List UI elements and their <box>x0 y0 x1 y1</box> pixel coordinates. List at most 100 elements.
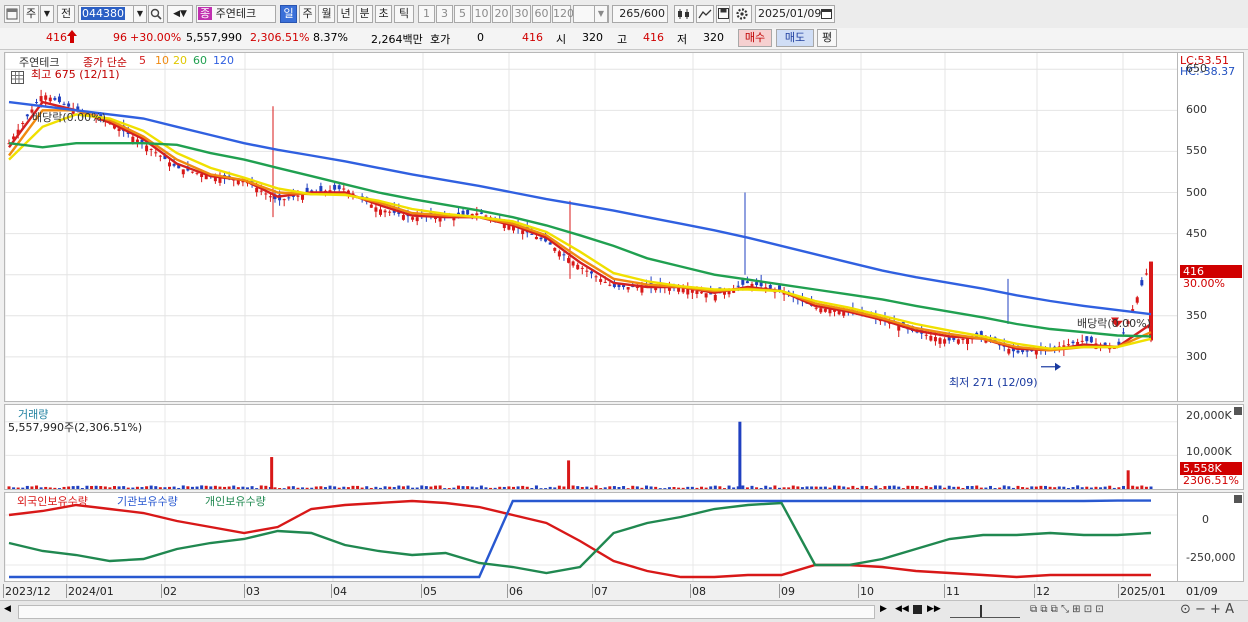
candle-type-icon[interactable] <box>674 5 694 23</box>
tab-week[interactable]: 주 <box>299 5 316 23</box>
view-toggle-icons[interactable]: ⧉ ⧉ ⧉ ⤡ ⊞ ⊡ ⊡ <box>1030 604 1104 615</box>
x-tick-mark <box>690 584 691 598</box>
prev-button[interactable]: 전 <box>57 5 75 23</box>
sell-button[interactable]: 매도 <box>776 29 814 47</box>
close-volume-pane-icon[interactable] <box>1234 407 1242 415</box>
low-arrow-head <box>1055 362 1061 371</box>
interval-1[interactable]: 1 <box>418 5 435 23</box>
volume-bar <box>933 485 937 489</box>
buy-button[interactable]: 매수 <box>738 29 772 47</box>
candle-body <box>768 284 772 289</box>
stock-code-input[interactable]: 044380 <box>78 5 134 23</box>
volume-bar <box>429 486 433 489</box>
volume-bar <box>1062 486 1066 489</box>
hoga-label: 호가 <box>430 33 451 46</box>
candle-body <box>741 279 745 285</box>
fast-forward-icon[interactable]: ▶▶ <box>927 604 941 614</box>
volume-bar <box>640 487 644 489</box>
tab-year[interactable]: 년 <box>337 5 354 23</box>
avg-button[interactable]: 평 <box>817 29 837 47</box>
x-tick-mark <box>331 584 332 598</box>
candle-body <box>35 102 39 104</box>
candle-body <box>534 236 538 240</box>
candle-body <box>282 199 286 201</box>
zoom-slider-thumb[interactable] <box>980 605 982 617</box>
volume-bar <box>296 487 300 489</box>
volume-bar <box>663 488 667 489</box>
low-annotation: 최저 271 (12/09) <box>949 376 1038 389</box>
volume-spike <box>567 460 571 489</box>
volume-bar <box>498 486 502 489</box>
volume-bar <box>21 487 25 489</box>
volume-bar <box>273 487 277 489</box>
volume-pane[interactable]: 거래량 5,557,990주(2,306.51%) <box>4 404 1178 490</box>
volume-bar <box>911 485 915 489</box>
volume-bar <box>484 487 488 489</box>
chevron-down-icon[interactable]: ▼ <box>40 5 54 23</box>
stock-name-field[interactable]: 종 주연테크 <box>196 5 276 23</box>
volume-bar <box>39 487 43 489</box>
ma-legend-60: 60 <box>193 54 207 67</box>
scroll-right-icon[interactable]: ▶ <box>880 604 887 614</box>
tab-month[interactable]: 월 <box>318 5 335 23</box>
search-icon[interactable] <box>148 5 164 23</box>
volume-bar <box>846 487 850 489</box>
interval-20[interactable]: 20 <box>492 5 511 23</box>
volume-bar <box>1131 485 1135 489</box>
interval-5[interactable]: 5 <box>454 5 471 23</box>
x-tick-mark <box>421 584 422 598</box>
gear-icon[interactable] <box>732 5 752 23</box>
tab-minute[interactable]: 분 <box>356 5 373 23</box>
volume-bar <box>420 485 424 489</box>
volume-bar <box>562 486 566 489</box>
volume-bar <box>378 487 382 489</box>
draw-tool-icon[interactable] <box>696 5 714 23</box>
volume-spike <box>1126 470 1130 489</box>
interval-3[interactable]: 3 <box>436 5 453 23</box>
x-tick-mark <box>3 584 4 598</box>
price-tick-label: 650 <box>1186 62 1207 76</box>
code-dropdown-icon[interactable]: ▼ <box>133 5 147 23</box>
save-icon[interactable] <box>716 5 730 23</box>
volume-bar <box>342 486 346 489</box>
volume-bar <box>397 485 401 489</box>
price-pane[interactable]: 주연테크 종가 단순 5 10 20 60 120 최고 675 (12/11)… <box>4 52 1178 402</box>
price-tick-label: 450 <box>1186 226 1207 240</box>
holders-pane[interactable]: 외국인보유수량 기관보유수량 개인보유수량 <box>4 492 1178 582</box>
volume-bar <box>76 485 80 489</box>
volume-bar <box>291 486 295 489</box>
stop-icon[interactable] <box>913 605 922 614</box>
volume-bar <box>915 486 919 489</box>
layout-icon[interactable] <box>4 5 20 23</box>
interval-10[interactable]: 10 <box>472 5 491 23</box>
close-holders-pane-icon[interactable] <box>1234 495 1242 503</box>
ma-line-20 <box>8 113 1152 350</box>
scroll-left-icon[interactable]: ◀ <box>4 604 16 618</box>
horizontal-scrollbar[interactable] <box>18 605 875 619</box>
interval-60[interactable]: 60 <box>532 5 551 23</box>
volume-bar <box>929 487 933 489</box>
table-grid-icon[interactable] <box>11 71 24 84</box>
interval-dropdown-icon[interactable]: ▼ <box>594 5 608 23</box>
rewind-icon[interactable]: ◀◀ <box>895 604 909 614</box>
volume-bar <box>57 488 61 489</box>
volume-bar <box>906 485 910 489</box>
candle-body <box>1140 280 1144 286</box>
tab-second[interactable]: 초 <box>375 5 392 23</box>
volume-bar <box>282 488 286 489</box>
period-select[interactable]: 주 <box>23 5 39 23</box>
zoom-slider[interactable] <box>950 605 1020 618</box>
volume-bar <box>649 486 653 489</box>
count-field[interactable]: 265/600 <box>612 5 668 23</box>
volume-bar <box>741 485 745 489</box>
interval-120[interactable]: 120 <box>552 5 574 23</box>
volume-bar <box>204 485 208 489</box>
calendar-icon[interactable] <box>821 8 832 22</box>
volume-bar <box>975 485 979 489</box>
zoom-controls-icons[interactable]: ⊙ − + A <box>1180 602 1234 617</box>
tab-day[interactable]: 일 <box>280 5 297 23</box>
candle-body <box>1135 297 1139 303</box>
sound-icon[interactable]: ◀▼ <box>167 5 193 23</box>
tab-tick[interactable]: 틱 <box>394 5 414 23</box>
interval-30[interactable]: 30 <box>512 5 531 23</box>
